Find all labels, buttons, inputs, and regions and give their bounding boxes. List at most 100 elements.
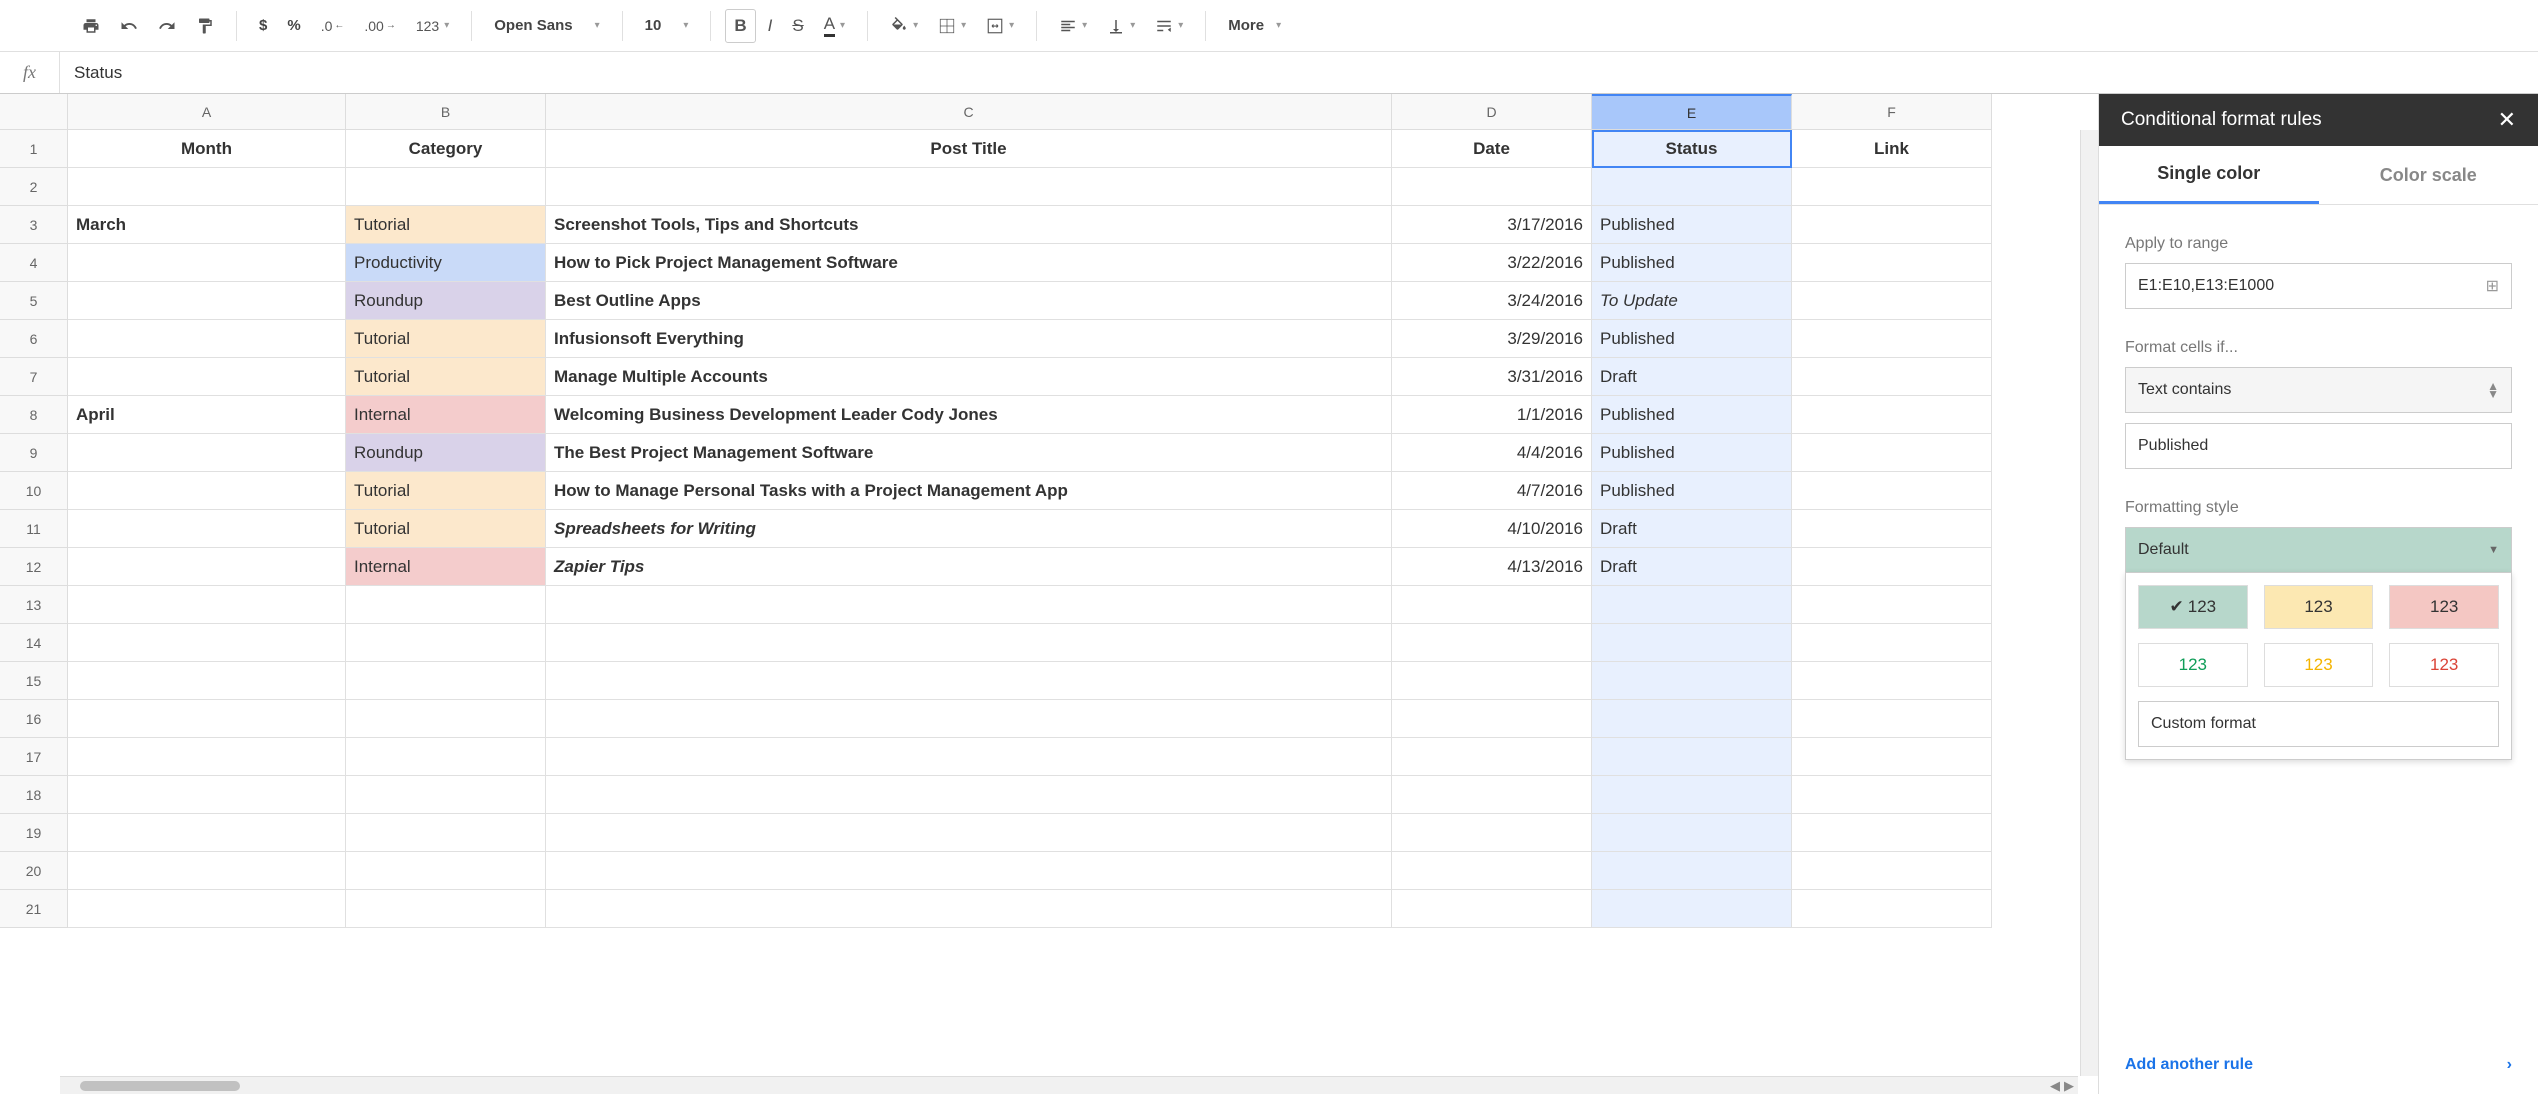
cell-E2[interactable] xyxy=(1592,168,1792,206)
merge-cells-button[interactable]: ▾ xyxy=(978,11,1022,41)
fill-color-button[interactable]: ▾ xyxy=(882,11,926,41)
row-header-16[interactable]: 16 xyxy=(0,700,68,738)
col-header-D[interactable]: D xyxy=(1392,94,1592,130)
cell-F14[interactable] xyxy=(1792,624,1992,662)
add-another-rule[interactable]: Add another rule › xyxy=(2099,1056,2538,1074)
apply-range-input[interactable]: E1:E10,E13:E1000 ⊞ xyxy=(2125,263,2512,309)
text-wrap-button[interactable]: ▾ xyxy=(1147,11,1191,41)
cell-D12[interactable]: 4/13/2016 xyxy=(1392,548,1592,586)
formula-input[interactable]: Status xyxy=(60,63,2538,83)
select-all-corner[interactable] xyxy=(0,94,68,130)
cell-B20[interactable] xyxy=(346,852,546,890)
cell-F8[interactable] xyxy=(1792,396,1992,434)
scrollbar-thumb[interactable] xyxy=(80,1081,240,1091)
cell-F11[interactable] xyxy=(1792,510,1992,548)
cell-D20[interactable] xyxy=(1392,852,1592,890)
horizontal-scrollbar[interactable]: ◀ ▶ xyxy=(60,1076,2078,1094)
cell-F5[interactable] xyxy=(1792,282,1992,320)
row-header-11[interactable]: 11 xyxy=(0,510,68,548)
cell-D11[interactable]: 4/10/2016 xyxy=(1392,510,1592,548)
cell-A10[interactable] xyxy=(68,472,346,510)
cell-B11[interactable]: Tutorial xyxy=(346,510,546,548)
cell-E1[interactable]: Status xyxy=(1592,130,1792,168)
preset-red-bg[interactable]: 123 xyxy=(2389,585,2499,629)
font-size-select[interactable]: 10▾ xyxy=(637,11,697,41)
cell-E3[interactable]: Published xyxy=(1592,206,1792,244)
cell-D4[interactable]: 3/22/2016 xyxy=(1392,244,1592,282)
cell-E19[interactable] xyxy=(1592,814,1792,852)
cell-D13[interactable] xyxy=(1392,586,1592,624)
cell-C6[interactable]: Infusionsoft Everything xyxy=(546,320,1392,358)
row-header-6[interactable]: 6 xyxy=(0,320,68,358)
cell-C21[interactable] xyxy=(546,890,1392,928)
cell-D14[interactable] xyxy=(1392,624,1592,662)
number-format-button[interactable]: 123▾ xyxy=(408,11,457,41)
cell-D3[interactable]: 3/17/2016 xyxy=(1392,206,1592,244)
cell-E7[interactable]: Draft xyxy=(1592,358,1792,396)
cell-E9[interactable]: Published xyxy=(1592,434,1792,472)
cell-D21[interactable] xyxy=(1392,890,1592,928)
cell-E11[interactable]: Draft xyxy=(1592,510,1792,548)
cell-F9[interactable] xyxy=(1792,434,1992,472)
cell-A9[interactable] xyxy=(68,434,346,472)
currency-button[interactable]: $ xyxy=(251,11,275,41)
cell-D6[interactable]: 3/29/2016 xyxy=(1392,320,1592,358)
cell-C13[interactable] xyxy=(546,586,1392,624)
preset-orange-text[interactable]: 123 xyxy=(2264,643,2374,687)
row-header-8[interactable]: 8 xyxy=(0,396,68,434)
cell-C14[interactable] xyxy=(546,624,1392,662)
cell-B8[interactable]: Internal xyxy=(346,396,546,434)
cell-F10[interactable] xyxy=(1792,472,1992,510)
cell-E21[interactable] xyxy=(1592,890,1792,928)
col-header-A[interactable]: A xyxy=(68,94,346,130)
print-button[interactable] xyxy=(74,11,108,41)
style-default-select[interactable]: Default ▼ xyxy=(2125,527,2512,573)
cell-B17[interactable] xyxy=(346,738,546,776)
font-family-select[interactable]: Open Sans▾ xyxy=(486,11,607,41)
tab-single-color[interactable]: Single color xyxy=(2099,146,2319,204)
cell-F18[interactable] xyxy=(1792,776,1992,814)
cell-F15[interactable] xyxy=(1792,662,1992,700)
cell-A14[interactable] xyxy=(68,624,346,662)
cell-A21[interactable] xyxy=(68,890,346,928)
cell-B4[interactable]: Productivity xyxy=(346,244,546,282)
row-header-19[interactable]: 19 xyxy=(0,814,68,852)
cell-B12[interactable]: Internal xyxy=(346,548,546,586)
row-header-5[interactable]: 5 xyxy=(0,282,68,320)
cell-C4[interactable]: How to Pick Project Management Software xyxy=(546,244,1392,282)
cell-B10[interactable]: Tutorial xyxy=(346,472,546,510)
cell-D15[interactable] xyxy=(1392,662,1592,700)
cell-E16[interactable] xyxy=(1592,700,1792,738)
text-color-button[interactable]: A▾ xyxy=(816,8,853,43)
cell-E5[interactable]: To Update xyxy=(1592,282,1792,320)
cell-E8[interactable]: Published xyxy=(1592,396,1792,434)
cell-B15[interactable] xyxy=(346,662,546,700)
cell-B18[interactable] xyxy=(346,776,546,814)
cell-D7[interactable]: 3/31/2016 xyxy=(1392,358,1592,396)
cell-C3[interactable]: Screenshot Tools, Tips and Shortcuts xyxy=(546,206,1392,244)
cell-E14[interactable] xyxy=(1592,624,1792,662)
cell-A2[interactable] xyxy=(68,168,346,206)
cell-A7[interactable] xyxy=(68,358,346,396)
custom-format-button[interactable]: Custom format xyxy=(2138,701,2499,747)
cell-C12[interactable]: Zapier Tips xyxy=(546,548,1392,586)
condition-select[interactable]: Text contains ▲▼ xyxy=(2125,367,2512,413)
row-header-2[interactable]: 2 xyxy=(0,168,68,206)
cell-F20[interactable] xyxy=(1792,852,1992,890)
cell-C15[interactable] xyxy=(546,662,1392,700)
cell-D18[interactable] xyxy=(1392,776,1592,814)
cell-B6[interactable]: Tutorial xyxy=(346,320,546,358)
percent-button[interactable]: % xyxy=(279,11,308,41)
cell-A20[interactable] xyxy=(68,852,346,890)
cell-D5[interactable]: 3/24/2016 xyxy=(1392,282,1592,320)
cell-A18[interactable] xyxy=(68,776,346,814)
row-header-4[interactable]: 4 xyxy=(0,244,68,282)
row-header-21[interactable]: 21 xyxy=(0,890,68,928)
cell-C9[interactable]: The Best Project Management Software xyxy=(546,434,1392,472)
cell-E18[interactable] xyxy=(1592,776,1792,814)
cell-C11[interactable]: Spreadsheets for Writing xyxy=(546,510,1392,548)
row-header-3[interactable]: 3 xyxy=(0,206,68,244)
cell-F21[interactable] xyxy=(1792,890,1992,928)
close-icon[interactable]: ✕ xyxy=(2498,107,2516,133)
cell-E12[interactable]: Draft xyxy=(1592,548,1792,586)
